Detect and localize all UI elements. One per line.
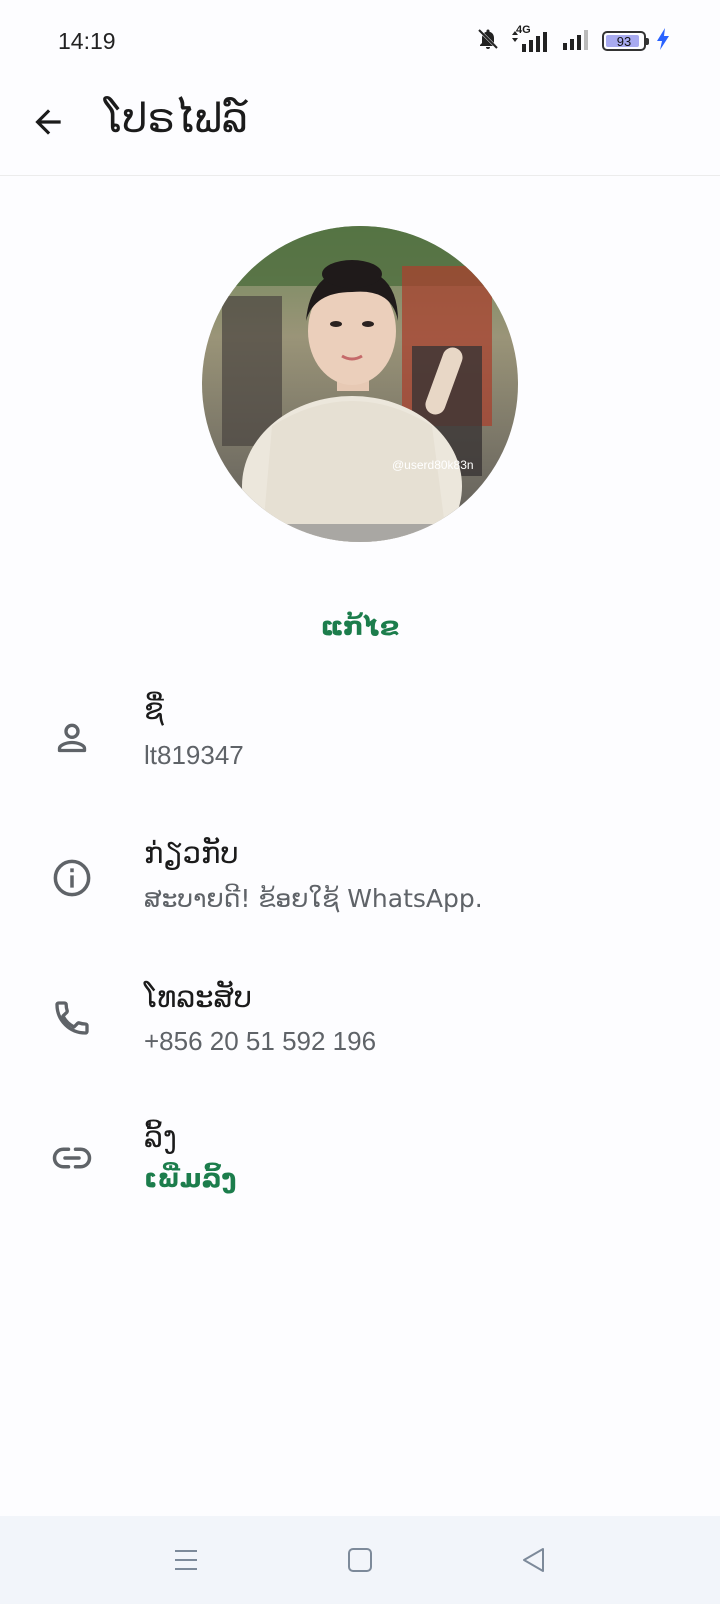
person-icon — [50, 716, 94, 760]
status-icons: 4G 93 — [476, 24, 670, 56]
add-link-button[interactable]: ເພີ່ມລິ້ງ — [144, 1164, 236, 1194]
home-icon — [348, 1548, 372, 1572]
arrow-back-icon — [35, 109, 61, 135]
avatar-watermark: @userd80k83n — [392, 458, 474, 472]
row-label: ລິ້ງ — [144, 1120, 177, 1154]
row-value: +856 20 51 592 196 — [144, 1026, 377, 1056]
row-label: ກ່ຽວກັບ — [144, 836, 239, 870]
row-phone[interactable]: ໂທລະສັບ +856 20 51 592 196 — [0, 980, 720, 1100]
recent-apps-button[interactable] — [160, 1534, 212, 1586]
info-icon — [50, 856, 94, 900]
row-value: lt819347 — [144, 740, 244, 770]
system-back-button[interactable] — [508, 1534, 560, 1586]
home-button[interactable] — [334, 1534, 386, 1586]
signal-icon — [562, 27, 592, 55]
row-name[interactable]: ຊື່ lt819347 — [0, 692, 720, 812]
row-link[interactable]: ລິ້ງ ເພີ່ມລິ້ງ — [0, 1120, 720, 1240]
edit-avatar-link[interactable]: ແກ້ໄຂ — [0, 612, 720, 642]
profile-avatar[interactable]: @userd80k83n — [202, 226, 518, 542]
row-label: ໂທລະສັບ — [144, 980, 253, 1014]
row-value: ສະບາຍດີ! ຂ້ອຍໃຊ້ WhatsApp. — [144, 884, 483, 913]
link-icon — [50, 1136, 94, 1180]
back-button[interactable] — [24, 98, 72, 146]
signal-icon: 4G — [510, 24, 552, 54]
status-bar: 14:19 4G 93 — [0, 0, 720, 82]
system-nav-bar — [0, 1516, 720, 1604]
battery-icon: 93 — [602, 31, 649, 51]
charging-bolt-icon — [656, 27, 670, 55]
menu-icon — [175, 1550, 197, 1570]
row-about[interactable]: ກ່ຽວກັບ ສະບາຍດີ! ຂ້ອຍໃຊ້ WhatsApp. — [0, 836, 720, 956]
status-time: 14:19 — [58, 28, 116, 54]
notifications-off-icon — [476, 27, 500, 55]
back-triangle-icon — [523, 1548, 544, 1572]
row-label: ຊື່ — [144, 692, 164, 726]
page-title: ໂປຣໄຟລ໌ — [104, 96, 248, 142]
app-bar: ໂປຣໄຟລ໌ — [0, 82, 720, 176]
phone-icon — [50, 996, 94, 1040]
battery-level: 93 — [616, 33, 632, 49]
